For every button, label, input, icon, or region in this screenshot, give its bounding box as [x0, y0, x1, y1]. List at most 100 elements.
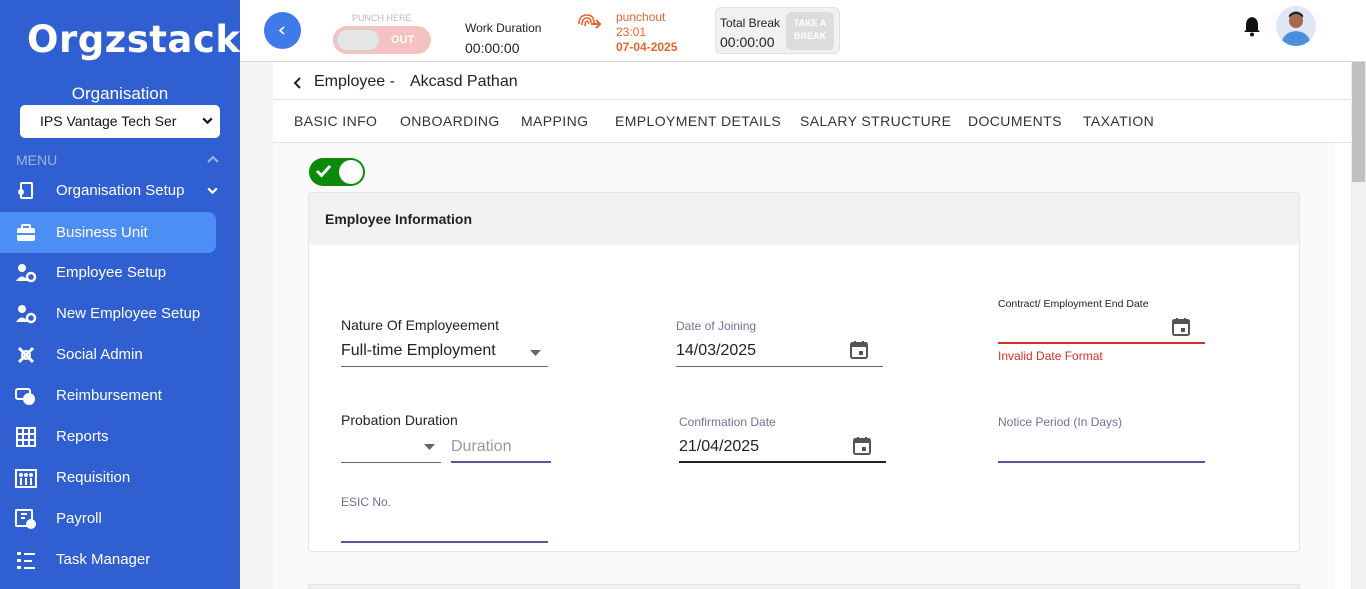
- chevron-up-icon[interactable]: [206, 154, 220, 164]
- menu-label: MENU: [16, 152, 58, 168]
- notice-period-label: Notice Period (In Days): [998, 415, 1123, 429]
- contract-end-date-underline: [998, 342, 1205, 344]
- toggle-knob: [339, 160, 363, 184]
- user-avatar-icon: [1281, 11, 1311, 46]
- tab-bar: BASIC INFO ONBOARDING MAPPING EMPLOYMENT…: [273, 100, 1351, 143]
- employee-information-card: Employee Information Nature Of Employeem…: [308, 192, 1300, 552]
- fingerprint-icon: [578, 14, 602, 29]
- org-setup-icon: [18, 181, 33, 199]
- sidebar-item-organisation-setup[interactable]: Organisation Setup: [0, 170, 218, 211]
- sidebar-item-social-admin[interactable]: Social Admin: [0, 334, 216, 375]
- notice-period-input[interactable]: [998, 433, 1205, 461]
- tab-taxation[interactable]: TAXATION: [1083, 113, 1154, 129]
- sidebar-item-label: Organisation Setup: [56, 182, 185, 199]
- sidebar-item-label: Payroll: [56, 510, 102, 527]
- breadcrumb: Employee - Akcasd Pathan: [273, 62, 1351, 100]
- probation-unit-select[interactable]: [341, 433, 441, 461]
- sidebar-item-task-manager[interactable]: Task Manager: [0, 539, 216, 580]
- punch-toggle[interactable]: OUT: [333, 26, 431, 54]
- notice-period-underline: [998, 461, 1205, 463]
- top-header: PUNCH HERE OUT Work Duration 00:00:00 pu…: [240, 0, 1366, 62]
- esic-no-label: ESIC No.: [341, 495, 392, 509]
- chevron-down-icon: [202, 117, 213, 125]
- sidebar-item-reports[interactable]: Reports: [0, 416, 216, 457]
- contract-end-date-error: Invalid Date Format: [998, 349, 1103, 363]
- confirmation-date-value: 21/04/2025: [679, 438, 760, 455]
- contract-end-date-label: Contract/ Employment End Date: [998, 298, 1149, 310]
- sidebar-item-label: Reimbursement: [56, 387, 162, 404]
- sidebar-item-requisition[interactable]: Requisition: [0, 457, 216, 498]
- punch-toggle-knob: [336, 29, 380, 51]
- tab-basic-info[interactable]: BASIC INFO: [294, 113, 377, 129]
- sidebar: Orgzstack Organisation IPS Vantage Tech …: [0, 0, 240, 589]
- dropdown-caret-icon: [424, 444, 435, 450]
- page-title: Employee -: [314, 73, 395, 90]
- tab-salary-structure[interactable]: SALARY STRUCTURE: [800, 113, 951, 129]
- tab-employment-details[interactable]: EMPLOYMENT DETAILS: [615, 113, 781, 129]
- card-header: Employee Information: [309, 193, 1299, 245]
- avatar[interactable]: [1276, 6, 1316, 46]
- sidebar-item-employee-setup[interactable]: Employee Setup: [0, 252, 216, 293]
- nature-of-employment-select[interactable]: Full-time Employment: [341, 339, 548, 365]
- tab-mapping[interactable]: MAPPING: [521, 113, 588, 129]
- nature-of-employment-value: Full-time Employment: [341, 342, 496, 359]
- list-icon: [17, 551, 35, 569]
- next-section-card: [308, 584, 1300, 589]
- organisation-select[interactable]: IPS Vantage Tech Ser: [20, 105, 220, 138]
- sidebar-item-business-unit[interactable]: Business Unit: [0, 212, 216, 253]
- punch-toggle-label: OUT: [391, 34, 415, 46]
- app-logo: Orgzstack: [27, 18, 241, 61]
- take-a-break-button[interactable]: TAKE A BREAK: [786, 12, 834, 50]
- organisation-label: Organisation: [71, 84, 169, 103]
- sidebar-item-label: Requisition: [56, 469, 131, 486]
- total-break-label: Total Break: [720, 16, 781, 30]
- esic-no-input[interactable]: [341, 513, 548, 541]
- work-duration-value: 00:00:00: [465, 40, 520, 56]
- date-of-joining-value: 14/03/2025: [676, 342, 757, 359]
- employee-name: Akcasd Pathan: [410, 73, 518, 90]
- work-duration-label: Work Duration: [465, 21, 542, 35]
- chevron-down-icon: [207, 187, 218, 195]
- probation-duration-label: Probation Duration: [341, 412, 458, 428]
- scrollbar-thumb[interactable]: [1352, 62, 1365, 182]
- money-icon: [15, 387, 35, 405]
- punchout-time: 23:01: [616, 25, 647, 39]
- main-content: Employee - Akcasd Pathan BASIC INFO ONBO…: [273, 62, 1351, 589]
- probation-duration-underline: [451, 461, 551, 463]
- sidebar-item-label: New Employee Setup: [56, 305, 201, 322]
- organisation-select-value: IPS Vantage Tech Ser: [40, 113, 177, 129]
- employee-status-toggle[interactable]: [309, 158, 365, 186]
- collapse-sidebar-button[interactable]: [264, 12, 301, 49]
- payroll-icon: [15, 508, 36, 529]
- briefcase-icon: [17, 223, 35, 241]
- total-break-value: 00:00:00: [720, 34, 775, 50]
- sidebar-item-label: Reports: [56, 428, 109, 445]
- esic-no-underline: [341, 541, 548, 543]
- punchout-info: punchout 23:01 07-04-2025: [616, 10, 677, 55]
- vertical-scrollbar[interactable]: [1351, 62, 1366, 589]
- grid-icon: [16, 426, 36, 447]
- sidebar-item-payroll[interactable]: Payroll: [0, 498, 216, 539]
- confirmation-date-underline: [679, 461, 886, 463]
- back-arrow-icon[interactable]: [292, 76, 302, 90]
- sidebar-item-label: Social Admin: [56, 346, 143, 363]
- date-of-joining-underline: [676, 366, 883, 367]
- sidebar-item-reimbursement[interactable]: Reimbursement: [0, 375, 216, 416]
- confirmation-date-label: Confirmation Date: [679, 415, 776, 429]
- sidebar-item-new-employee-setup[interactable]: New Employee Setup: [0, 293, 216, 334]
- bell-icon[interactable]: [1242, 15, 1262, 37]
- tab-onboarding[interactable]: ONBOARDING: [400, 113, 500, 129]
- probation-duration-input[interactable]: Duration: [451, 433, 551, 461]
- probation-duration-placeholder: Duration: [451, 438, 512, 455]
- users-gear-icon: [16, 304, 37, 323]
- nature-of-employment-label: Nature Of Employeement: [341, 317, 499, 333]
- sidebar-item-label: Employee Setup: [56, 264, 167, 281]
- calendar-icon[interactable]: [852, 436, 872, 456]
- social-icon: [17, 346, 35, 363]
- probation-unit-underline: [341, 462, 441, 463]
- tab-documents[interactable]: DOCUMENTS: [968, 113, 1062, 129]
- chevron-left-icon: [278, 26, 285, 35]
- calendar-icon[interactable]: [1171, 317, 1191, 337]
- nature-underline: [341, 366, 548, 367]
- calendar-icon[interactable]: [849, 340, 869, 360]
